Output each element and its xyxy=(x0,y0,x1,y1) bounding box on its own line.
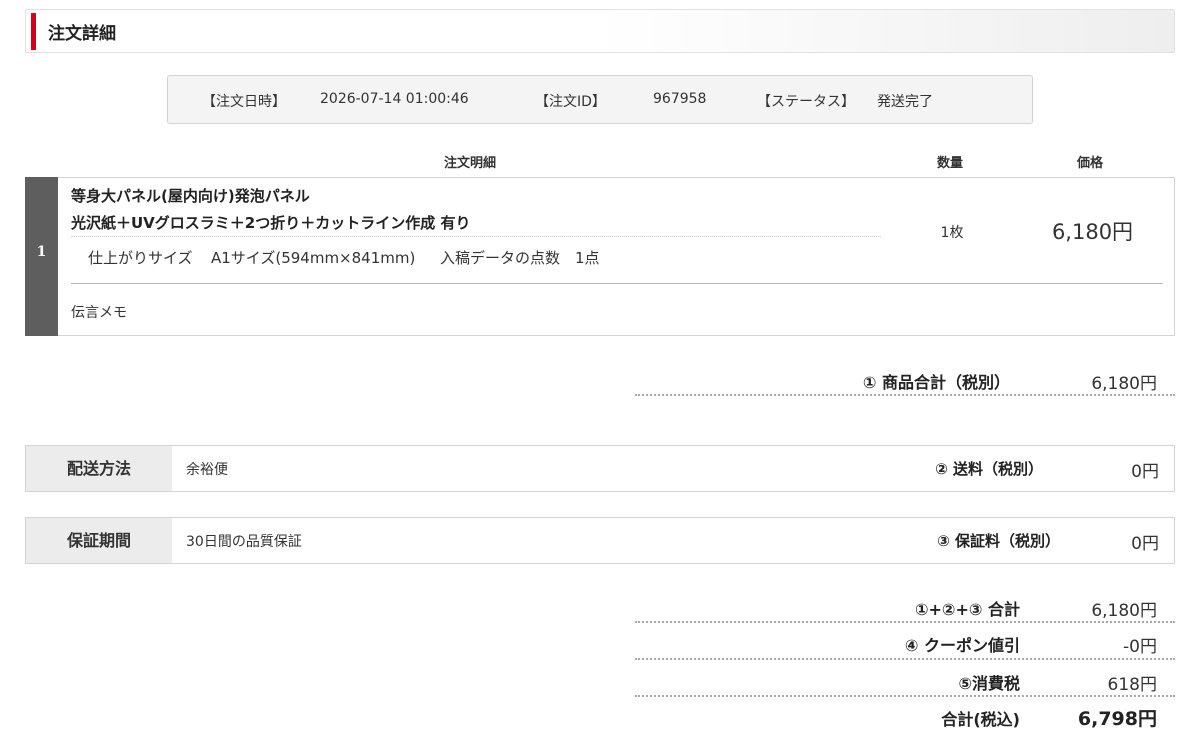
product-name: 等身大パネル(屋内向け)発泡パネル xyxy=(71,187,310,205)
column-header-quantity: 数量 xyxy=(937,156,964,171)
page-header xyxy=(25,9,1175,53)
order-id-value: 967958 xyxy=(653,91,707,107)
shipping-fee-label: ② 送料（税別） xyxy=(935,460,1043,478)
warranty-fee-label: ③ 保証料（税別） xyxy=(937,532,1060,550)
item-number: 1 xyxy=(36,244,47,260)
shipping-method: 余裕便 xyxy=(186,462,228,478)
warranty-description: 30日間の品質保証 xyxy=(186,534,302,550)
shipping-fee-value: 0円 xyxy=(1131,462,1159,482)
order-info-box: 【注文日時】 2026-07-14 01:00:46 【注文ID】 967958… xyxy=(167,75,1033,124)
item-quantity: 1枚 xyxy=(940,225,964,241)
order-date-value: 2026-07-14 01:00:46 xyxy=(320,91,469,107)
page-title: 注文詳細 xyxy=(48,24,116,44)
subtotal-label: ① 商品合計（税別） xyxy=(862,373,1010,392)
order-id-label: 【注文ID】 xyxy=(535,94,606,110)
data-count-value: 1点 xyxy=(575,249,600,267)
subtotal-value: 6,180円 xyxy=(1091,374,1157,394)
tax-label: ⑤消費税 xyxy=(958,674,1020,693)
coupon-label: ④ クーポン値引 xyxy=(904,636,1020,655)
tax-divider xyxy=(635,695,1175,697)
product-options: 光沢紙＋UVグロスラミ＋2つ折り＋カットライン作成 有り xyxy=(71,214,471,232)
coupon-divider xyxy=(635,658,1175,660)
subtotal-divider xyxy=(635,394,1175,396)
shipping-heading: 配送方法 xyxy=(26,446,172,491)
data-count-label: 入稿データの点数 xyxy=(440,249,561,267)
sum-divider xyxy=(635,621,1175,623)
order-status-label: 【ステータス】 xyxy=(757,94,855,110)
column-header-price: 価格 xyxy=(1077,156,1104,171)
warranty-fee-value: 0円 xyxy=(1131,534,1159,554)
options-divider xyxy=(71,236,881,237)
memo-label: 伝言メモ xyxy=(71,305,127,321)
size-label: 仕上がりサイズ xyxy=(88,249,193,267)
order-status-value: 発送完了 xyxy=(877,94,933,110)
tax-value: 618円 xyxy=(1107,675,1157,695)
header-accent-bar xyxy=(31,13,36,50)
size-value: A1サイズ(594mm×841mm) xyxy=(211,249,416,267)
sum-value: 6,180円 xyxy=(1091,601,1157,621)
order-date-label: 【注文日時】 xyxy=(202,94,286,110)
coupon-value: -0円 xyxy=(1123,637,1157,657)
item-price: 6,180円 xyxy=(1051,220,1134,244)
column-header-detail: 注文明細 xyxy=(444,156,497,171)
grand-total-value: 6,798円 xyxy=(1077,708,1157,730)
warranty-heading: 保証期間 xyxy=(26,518,172,563)
sum-label: ①+②+③ 合計 xyxy=(914,600,1020,619)
memo-divider xyxy=(71,283,1163,284)
grand-total-label: 合計(税込) xyxy=(941,710,1020,729)
